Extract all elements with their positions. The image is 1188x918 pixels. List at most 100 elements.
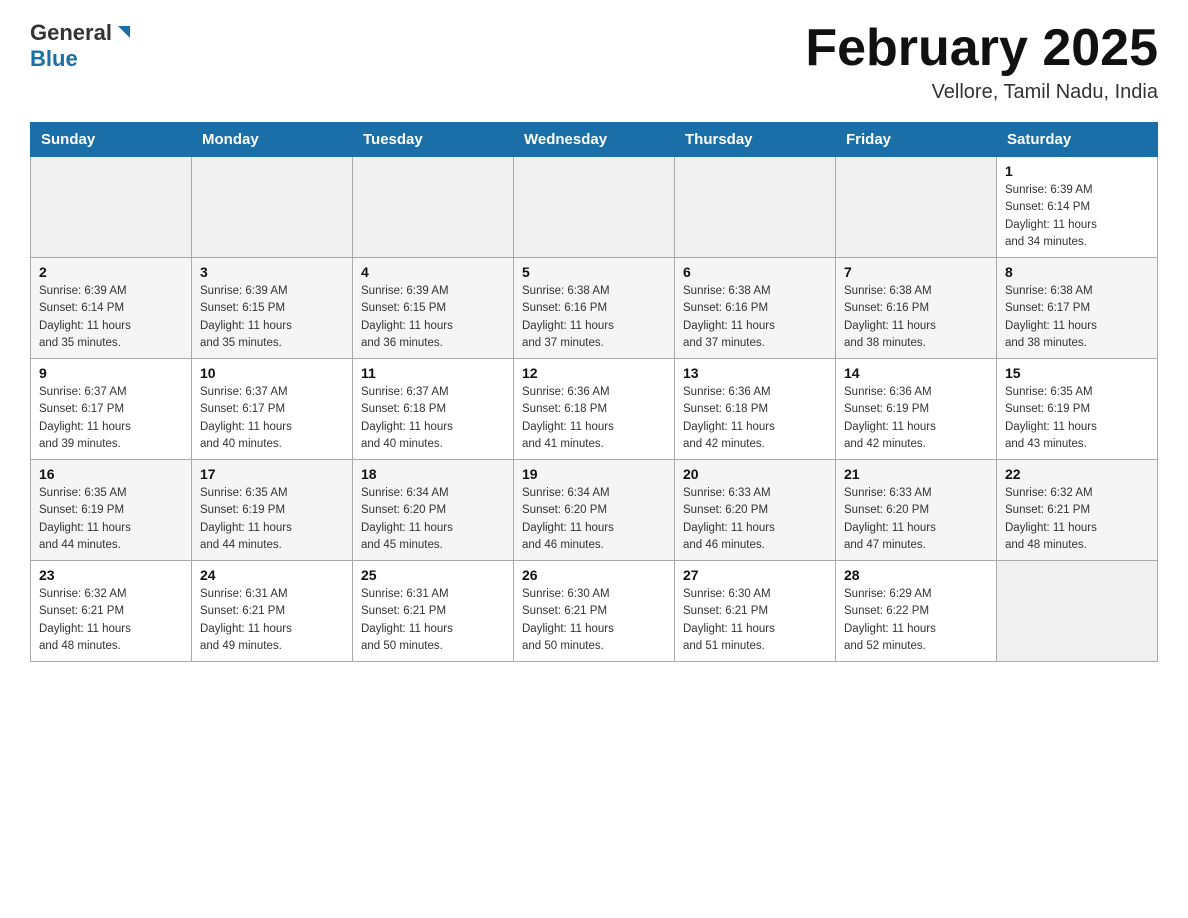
day-number: 2 xyxy=(39,264,183,280)
calendar-header-row: SundayMondayTuesdayWednesdayThursdayFrid… xyxy=(31,123,1158,157)
day-number: 14 xyxy=(844,365,988,381)
calendar-header-saturday: Saturday xyxy=(997,123,1158,157)
calendar-cell: 5 Sunrise: 6:38 AM Sunset: 6:16 PM Daylig… xyxy=(514,258,675,359)
day-number: 27 xyxy=(683,567,827,583)
day-number: 13 xyxy=(683,365,827,381)
day-info: Sunrise: 6:32 AM Sunset: 6:21 PM Dayligh… xyxy=(1005,485,1149,554)
day-number: 4 xyxy=(361,264,505,280)
day-info: Sunrise: 6:38 AM Sunset: 6:16 PM Dayligh… xyxy=(522,283,666,352)
calendar-header-thursday: Thursday xyxy=(675,123,836,157)
day-number: 12 xyxy=(522,365,666,381)
day-number: 7 xyxy=(844,264,988,280)
calendar-cell: 2 Sunrise: 6:39 AM Sunset: 6:14 PM Daylig… xyxy=(31,258,192,359)
calendar-cell: 28 Sunrise: 6:29 AM Sunset: 6:22 PM Dayli… xyxy=(836,561,997,662)
day-info: Sunrise: 6:37 AM Sunset: 6:17 PM Dayligh… xyxy=(39,384,183,453)
calendar-cell: 12 Sunrise: 6:36 AM Sunset: 6:18 PM Dayli… xyxy=(514,359,675,460)
calendar-week-row: 9 Sunrise: 6:37 AM Sunset: 6:17 PM Daylig… xyxy=(31,359,1158,460)
calendar-cell: 20 Sunrise: 6:33 AM Sunset: 6:20 PM Dayli… xyxy=(675,460,836,561)
title-section: February 2025 Vellore, Tamil Nadu, India xyxy=(805,20,1158,104)
calendar-cell: 9 Sunrise: 6:37 AM Sunset: 6:17 PM Daylig… xyxy=(31,359,192,460)
day-info: Sunrise: 6:35 AM Sunset: 6:19 PM Dayligh… xyxy=(1005,384,1149,453)
day-number: 28 xyxy=(844,567,988,583)
day-info: Sunrise: 6:37 AM Sunset: 6:17 PM Dayligh… xyxy=(200,384,344,453)
calendar-cell: 21Sunrise: 6:33 AM Sunset: 6:20 PM Dayli… xyxy=(836,460,997,561)
day-number: 6 xyxy=(683,264,827,280)
day-number: 21 xyxy=(844,466,988,482)
day-number: 9 xyxy=(39,365,183,381)
calendar-week-row: 1Sunrise: 6:39 AM Sunset: 6:14 PM Daylig… xyxy=(31,157,1158,258)
day-number: 3 xyxy=(200,264,344,280)
calendar-cell: 1Sunrise: 6:39 AM Sunset: 6:14 PM Daylig… xyxy=(997,157,1158,258)
day-number: 19 xyxy=(522,466,666,482)
calendar-header-wednesday: Wednesday xyxy=(514,123,675,157)
day-number: 20 xyxy=(683,466,827,482)
day-number: 18 xyxy=(361,466,505,482)
day-info: Sunrise: 6:35 AM Sunset: 6:19 PM Dayligh… xyxy=(39,485,183,554)
day-info: Sunrise: 6:39 AM Sunset: 6:15 PM Dayligh… xyxy=(200,283,344,352)
day-number: 8 xyxy=(1005,264,1149,280)
day-info: Sunrise: 6:31 AM Sunset: 6:21 PM Dayligh… xyxy=(200,586,344,655)
day-info: Sunrise: 6:35 AM Sunset: 6:19 PM Dayligh… xyxy=(200,485,344,554)
calendar-cell: 13 Sunrise: 6:36 AM Sunset: 6:18 PM Dayli… xyxy=(675,359,836,460)
calendar-header-tuesday: Tuesday xyxy=(353,123,514,157)
calendar-cell: 14Sunrise: 6:36 AM Sunset: 6:19 PM Dayli… xyxy=(836,359,997,460)
calendar-cell: 17 Sunrise: 6:35 AM Sunset: 6:19 PM Dayli… xyxy=(192,460,353,561)
day-info: Sunrise: 6:32 AM Sunset: 6:21 PM Dayligh… xyxy=(39,586,183,655)
day-number: 17 xyxy=(200,466,344,482)
day-number: 24 xyxy=(200,567,344,583)
calendar-week-row: 16Sunrise: 6:35 AM Sunset: 6:19 PM Dayli… xyxy=(31,460,1158,561)
calendar-cell: 6 Sunrise: 6:38 AM Sunset: 6:16 PM Daylig… xyxy=(675,258,836,359)
logo-blue-text: Blue xyxy=(30,46,78,71)
day-info: Sunrise: 6:29 AM Sunset: 6:22 PM Dayligh… xyxy=(844,586,988,655)
calendar-cell: 27 Sunrise: 6:30 AM Sunset: 6:21 PM Dayli… xyxy=(675,561,836,662)
day-number: 5 xyxy=(522,264,666,280)
day-info: Sunrise: 6:38 AM Sunset: 6:16 PM Dayligh… xyxy=(844,283,988,352)
day-number: 23 xyxy=(39,567,183,583)
day-info: Sunrise: 6:30 AM Sunset: 6:21 PM Dayligh… xyxy=(683,586,827,655)
calendar-cell: 23 Sunrise: 6:32 AM Sunset: 6:21 PM Dayli… xyxy=(31,561,192,662)
day-number: 11 xyxy=(361,365,505,381)
calendar-cell: 10Sunrise: 6:37 AM Sunset: 6:17 PM Dayli… xyxy=(192,359,353,460)
calendar-cell: 4 Sunrise: 6:39 AM Sunset: 6:15 PM Daylig… xyxy=(353,258,514,359)
day-info: Sunrise: 6:31 AM Sunset: 6:21 PM Dayligh… xyxy=(361,586,505,655)
calendar-cell: 3 Sunrise: 6:39 AM Sunset: 6:15 PM Daylig… xyxy=(192,258,353,359)
calendar-week-row: 23 Sunrise: 6:32 AM Sunset: 6:21 PM Dayli… xyxy=(31,561,1158,662)
day-info: Sunrise: 6:33 AM Sunset: 6:20 PM Dayligh… xyxy=(683,485,827,554)
calendar-cell: 26 Sunrise: 6:30 AM Sunset: 6:21 PM Dayli… xyxy=(514,561,675,662)
day-info: Sunrise: 6:39 AM Sunset: 6:14 PM Dayligh… xyxy=(39,283,183,352)
logo: General Blue xyxy=(30,20,134,72)
logo-arrow-icon xyxy=(112,22,134,44)
day-number: 22 xyxy=(1005,466,1149,482)
calendar-cell: 18 Sunrise: 6:34 AM Sunset: 6:20 PM Dayli… xyxy=(353,460,514,561)
calendar-cell xyxy=(353,157,514,258)
day-info: Sunrise: 6:38 AM Sunset: 6:16 PM Dayligh… xyxy=(683,283,827,352)
calendar-cell: 7 Sunrise: 6:38 AM Sunset: 6:16 PM Daylig… xyxy=(836,258,997,359)
day-info: Sunrise: 6:36 AM Sunset: 6:18 PM Dayligh… xyxy=(522,384,666,453)
calendar-cell xyxy=(997,561,1158,662)
calendar-cell: 8 Sunrise: 6:38 AM Sunset: 6:17 PM Daylig… xyxy=(997,258,1158,359)
calendar-cell xyxy=(31,157,192,258)
calendar-header-monday: Monday xyxy=(192,123,353,157)
day-number: 26 xyxy=(522,567,666,583)
day-info: Sunrise: 6:30 AM Sunset: 6:21 PM Dayligh… xyxy=(522,586,666,655)
calendar-week-row: 2 Sunrise: 6:39 AM Sunset: 6:14 PM Daylig… xyxy=(31,258,1158,359)
day-info: Sunrise: 6:34 AM Sunset: 6:20 PM Dayligh… xyxy=(361,485,505,554)
day-info: Sunrise: 6:38 AM Sunset: 6:17 PM Dayligh… xyxy=(1005,283,1149,352)
calendar-cell xyxy=(192,157,353,258)
day-number: 15 xyxy=(1005,365,1149,381)
calendar-cell xyxy=(836,157,997,258)
calendar-cell: 16Sunrise: 6:35 AM Sunset: 6:19 PM Dayli… xyxy=(31,460,192,561)
logo-general-text: General xyxy=(30,20,112,46)
day-number: 25 xyxy=(361,567,505,583)
calendar-cell: 19Sunrise: 6:34 AM Sunset: 6:20 PM Dayli… xyxy=(514,460,675,561)
calendar-cell: 22 Sunrise: 6:32 AM Sunset: 6:21 PM Dayli… xyxy=(997,460,1158,561)
calendar-cell: 25 Sunrise: 6:31 AM Sunset: 6:21 PM Dayli… xyxy=(353,561,514,662)
calendar-header-friday: Friday xyxy=(836,123,997,157)
calendar-header-sunday: Sunday xyxy=(31,123,192,157)
day-info: Sunrise: 6:37 AM Sunset: 6:18 PM Dayligh… xyxy=(361,384,505,453)
day-info: Sunrise: 6:39 AM Sunset: 6:14 PM Dayligh… xyxy=(1005,182,1149,251)
day-info: Sunrise: 6:39 AM Sunset: 6:15 PM Dayligh… xyxy=(361,283,505,352)
day-info: Sunrise: 6:36 AM Sunset: 6:18 PM Dayligh… xyxy=(683,384,827,453)
calendar-cell xyxy=(675,157,836,258)
calendar-cell: 24 Sunrise: 6:31 AM Sunset: 6:21 PM Dayli… xyxy=(192,561,353,662)
